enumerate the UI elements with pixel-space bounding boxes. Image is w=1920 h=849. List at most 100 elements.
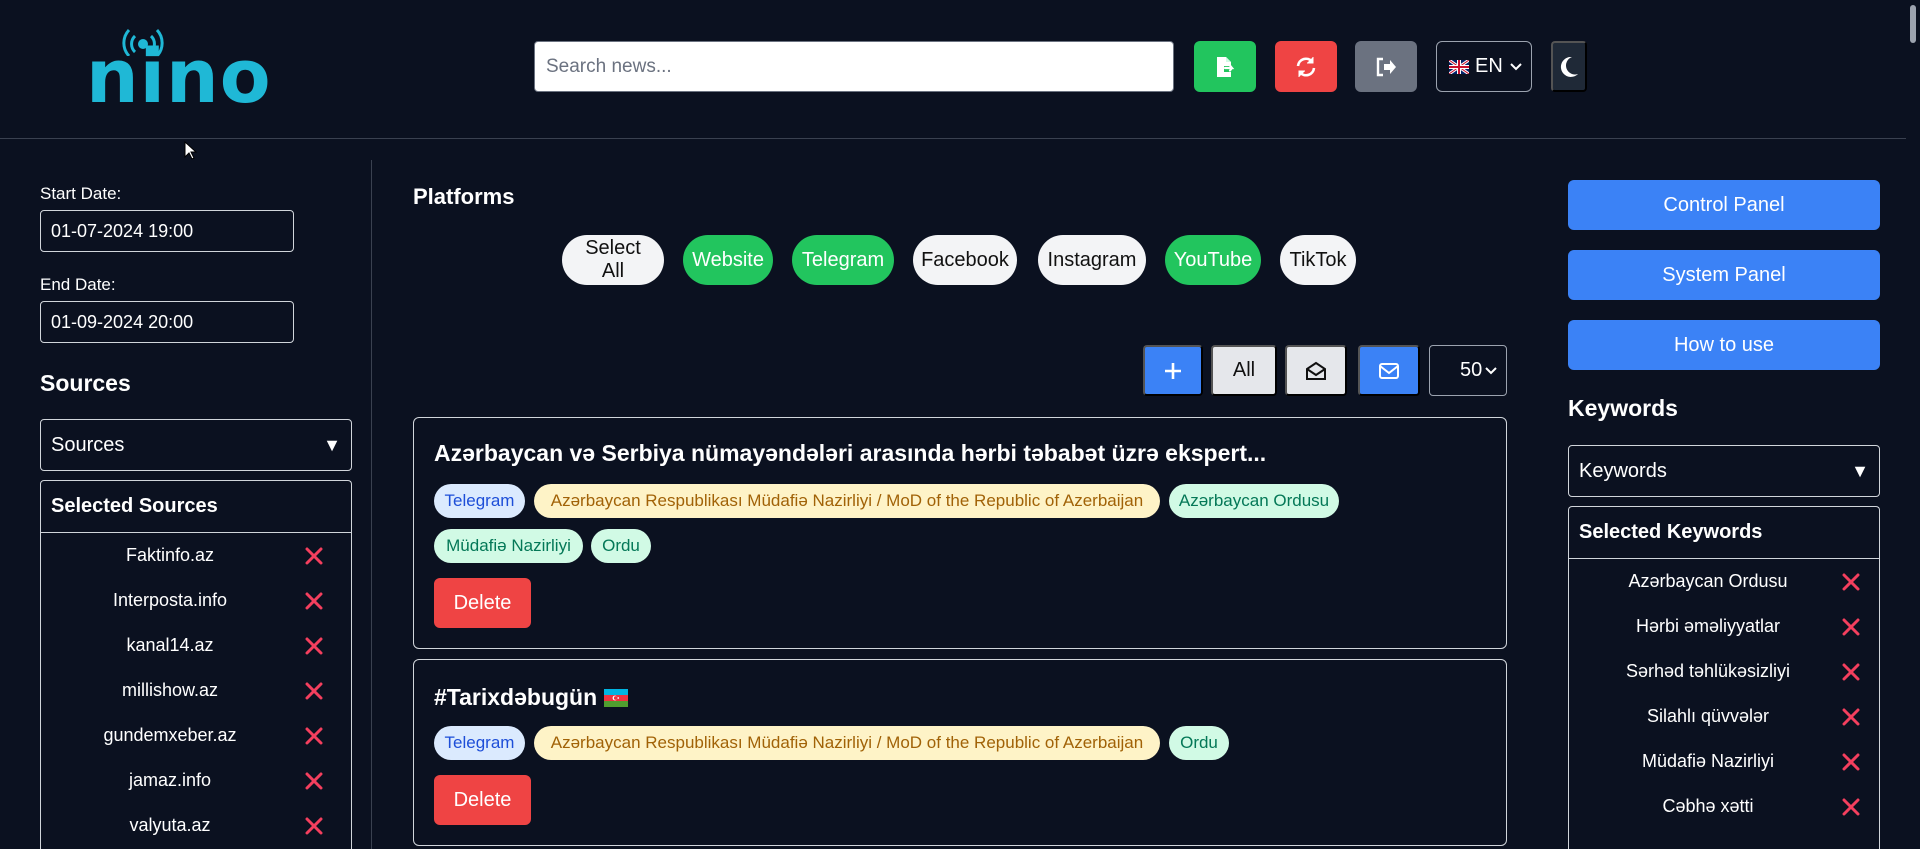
delete-button[interactable]: Delete	[434, 775, 531, 825]
article-tag: Müdafiə Nazirliyi	[434, 529, 583, 563]
selected-keyword-label: Sərhəd təhlükəsizliyi	[1625, 661, 1791, 681]
selected-source-item: millishow.az	[41, 668, 351, 713]
remove-keyword-icon[interactable]	[1841, 662, 1861, 682]
remove-source-icon[interactable]	[304, 546, 324, 566]
envelope-open-icon	[1306, 361, 1326, 380]
remove-source-icon[interactable]	[304, 771, 324, 791]
selected-keywords-panel: Selected Keywords Azərbaycan Ordusu Hərbi…	[1568, 506, 1880, 849]
article-title[interactable]: #Tarixdəbugün	[434, 684, 629, 711]
main-content: Platforms Select All Website Telegram Faceb…	[373, 160, 1547, 849]
selected-sources-title: Selected Sources	[41, 481, 351, 533]
start-date-input[interactable]: 01-07-2024 19:00	[40, 210, 294, 252]
platforms-title: Platforms	[413, 184, 515, 209]
logo[interactable]: nino	[86, 22, 271, 114]
platform-pill[interactable]: Telegram	[792, 235, 894, 285]
selected-keyword-label: Silahlı qüvvələr	[1646, 706, 1770, 726]
selected-sources-panel: Selected Sources Faktinfo.az Interposta.i…	[40, 480, 352, 849]
article-tag: Telegram	[434, 726, 525, 760]
keywords-select[interactable]: Keywords ▼	[1568, 445, 1880, 497]
left-sidebar: Start Date: 01-07-2024 19:00 End Date: 0…	[0, 160, 372, 849]
refresh-button[interactable]	[1275, 41, 1337, 92]
per-page-value: 50	[1460, 359, 1483, 381]
remove-keyword-icon[interactable]	[1841, 707, 1861, 727]
language-select[interactable]: EN	[1436, 41, 1532, 92]
selected-source-item: kanal14.az	[41, 623, 351, 668]
unread-filter-button[interactable]	[1358, 345, 1420, 396]
article-tag: Ordu	[1169, 726, 1229, 760]
file-export-icon	[1217, 56, 1235, 77]
chevron-down-icon	[1510, 63, 1522, 71]
filter-all-button[interactable]: All	[1211, 345, 1277, 396]
selected-keyword-item: Silahlı qüvvələr	[1569, 694, 1879, 739]
scrollbar[interactable]	[1906, 0, 1920, 849]
selected-keyword-item: Cəbhə xətti	[1569, 784, 1879, 829]
sources-select-label: Sources	[51, 433, 125, 456]
selected-keyword-item: Azərbaycan Ordusu	[1569, 559, 1879, 604]
read-filter-button[interactable]	[1285, 345, 1347, 396]
keywords-title: Keywords	[1568, 395, 1678, 421]
article-tag: Azərbaycan Respublikası Müdafiə Nazirliy…	[534, 726, 1160, 760]
how-to-use-button[interactable]: How to use	[1568, 320, 1880, 370]
remove-keyword-icon[interactable]	[1841, 617, 1861, 637]
remove-source-icon[interactable]	[304, 726, 324, 746]
selected-source-item: Faktinfo.az	[41, 533, 351, 578]
sign-out-icon	[1376, 57, 1396, 76]
selected-source-item: jamaz.info	[41, 758, 351, 803]
remove-keyword-icon[interactable]	[1841, 797, 1861, 817]
platform-pill[interactable]: Facebook	[913, 235, 1017, 285]
selected-source-item: valyuta.az	[41, 803, 351, 848]
system-panel-button[interactable]: System Panel	[1568, 250, 1880, 300]
article-tag: Ordu	[591, 529, 651, 563]
article-card: Azərbaycan və Serbiya nümayəndələri aras…	[413, 417, 1507, 649]
chevron-down-icon	[1485, 367, 1497, 375]
remove-source-icon[interactable]	[304, 816, 324, 836]
envelope-icon	[1379, 362, 1399, 379]
platform-pill[interactable]: Instagram	[1038, 235, 1146, 285]
azerbaijan-flag-icon	[604, 688, 629, 707]
export-button[interactable]	[1194, 41, 1256, 92]
refresh-icon	[1296, 56, 1316, 77]
uk-flag-icon	[1449, 59, 1469, 74]
article-title-text: #Tarixdəbugün	[434, 684, 598, 710]
sources-select[interactable]: Sources ▼	[40, 419, 352, 471]
remove-source-icon[interactable]	[304, 681, 324, 701]
plus-icon	[1165, 362, 1181, 379]
control-panel-button[interactable]: Control Panel	[1568, 180, 1880, 230]
article-tag: Azərbaycan Respublikası Müdafiə Nazirliy…	[534, 484, 1160, 518]
search-input[interactable]	[534, 41, 1174, 92]
theme-toggle-button[interactable]	[1551, 41, 1587, 92]
article-title[interactable]: Azərbaycan və Serbiya nümayəndələri aras…	[434, 440, 1266, 467]
delete-button[interactable]: Delete	[434, 578, 531, 628]
remove-source-icon[interactable]	[304, 636, 324, 656]
selected-source-label: Faktinfo.az	[125, 545, 215, 565]
platform-pill[interactable]: YouTube	[1165, 235, 1261, 285]
header: nino EN	[0, 0, 1920, 139]
selected-source-label: jamaz.info	[128, 770, 212, 790]
remove-keyword-icon[interactable]	[1841, 572, 1861, 592]
scrollbar-thumb[interactable]	[1910, 5, 1916, 43]
platform-pill[interactable]: TikTok	[1280, 235, 1356, 285]
selected-source-item: Interposta.info	[41, 578, 351, 623]
platform-pill[interactable]: Select All	[562, 235, 664, 285]
remove-source-icon[interactable]	[304, 591, 324, 611]
logout-button[interactable]	[1355, 41, 1417, 92]
selected-source-label: Interposta.info	[112, 590, 228, 610]
selected-source-label: millishow.az	[121, 680, 219, 700]
article-tag: Azərbaycan Ordusu	[1169, 484, 1339, 518]
end-date-input[interactable]: 01-09-2024 20:00	[40, 301, 294, 343]
platform-pill[interactable]: Website	[683, 235, 773, 285]
selected-keyword-label: Cəbhə xətti	[1662, 796, 1754, 816]
moon-icon	[1560, 56, 1578, 77]
selected-keyword-label: Müdafiə Nazirliyi	[1641, 751, 1775, 771]
selected-source-item: gundemxeber.az	[41, 713, 351, 758]
selected-keywords-title: Selected Keywords	[1569, 507, 1879, 559]
language-label: EN	[1475, 55, 1503, 77]
selected-keyword-item: Müdafiə Nazirliyi	[1569, 739, 1879, 784]
remove-keyword-icon[interactable]	[1841, 752, 1861, 772]
logo-text: nino	[86, 34, 272, 120]
mouse-cursor-icon	[184, 141, 198, 160]
article-card: #Tarixdəbugün Telegram Azərbaycan Respub…	[413, 659, 1507, 846]
selected-source-label: gundemxeber.az	[103, 725, 237, 745]
per-page-select[interactable]: 50	[1429, 345, 1507, 396]
add-button[interactable]	[1143, 345, 1203, 396]
